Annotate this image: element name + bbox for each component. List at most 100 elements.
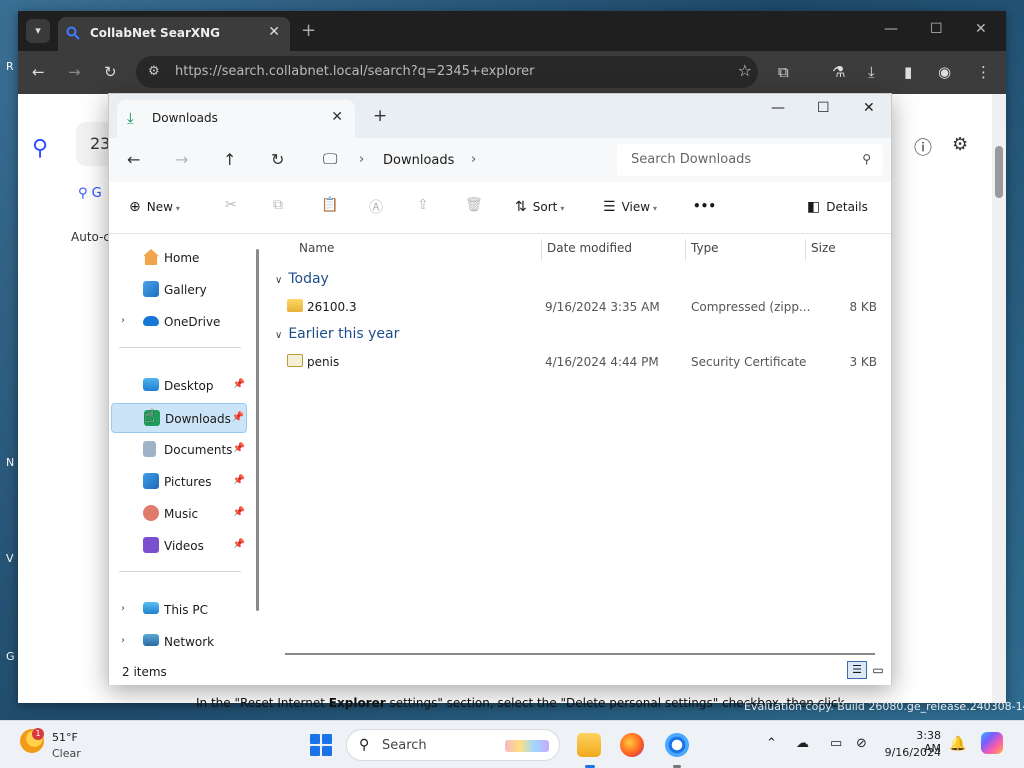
nav-scrollbar[interactable] xyxy=(256,249,259,611)
pin-icon[interactable]: 📌 xyxy=(232,412,244,423)
chevron-right-icon[interactable]: › xyxy=(471,152,476,167)
info-icon[interactable]: ⓘ xyxy=(914,134,932,160)
maximize-icon[interactable]: ☐ xyxy=(930,21,943,37)
profile-avatar-icon[interactable]: ◉ xyxy=(938,63,951,81)
start-button[interactable] xyxy=(310,734,332,756)
chrome-taskbar-icon[interactable] xyxy=(665,733,689,757)
sort-button[interactable]: ⇅ Sort ▾ xyxy=(515,199,564,215)
pin-icon[interactable]: 📌 xyxy=(233,379,245,390)
show-hidden-icons-chevron-icon[interactable]: ⌃ xyxy=(766,736,777,751)
general-tab[interactable]: ⚲ G xyxy=(78,186,102,201)
scrollbar-thumb[interactable] xyxy=(995,146,1003,198)
paste-icon[interactable]: 📋 xyxy=(321,197,338,213)
maximize-icon[interactable]: ☐ xyxy=(817,100,830,116)
nav-item-desktop[interactable]: Desktop 📌 xyxy=(111,371,247,401)
sidebar-icon[interactable]: ▮ xyxy=(904,63,912,81)
copy-icon[interactable]: ⧉ xyxy=(273,197,283,213)
nav-item-videos[interactable]: Videos 📌 xyxy=(111,531,247,561)
minimize-icon[interactable]: — xyxy=(771,100,785,116)
close-tab-icon[interactable]: ✕ xyxy=(268,24,280,40)
close-tab-icon[interactable]: ✕ xyxy=(331,109,343,125)
refresh-icon[interactable]: ↻ xyxy=(271,150,284,169)
back-icon[interactable]: ← xyxy=(127,150,140,169)
nav-item-home[interactable]: Home xyxy=(111,243,247,273)
up-icon[interactable]: ↑ xyxy=(223,150,236,169)
new-tab-button[interactable]: + xyxy=(301,20,316,41)
copilot-icon[interactable] xyxy=(981,732,1003,754)
chevron-right-icon[interactable]: › xyxy=(359,152,364,167)
notification-bell-icon[interactable]: 🔔 xyxy=(949,736,966,752)
minimize-icon[interactable]: — xyxy=(884,21,898,37)
rename-icon[interactable]: Ⓐ xyxy=(369,197,383,217)
table-row[interactable]: 26100.3 9/16/2024 3:35 AM Compressed (zi… xyxy=(265,296,891,318)
column-divider[interactable] xyxy=(541,239,542,261)
firefox-taskbar-icon[interactable] xyxy=(620,733,644,757)
breadcrumb[interactable]: 🖵 › Downloads › xyxy=(311,144,607,176)
column-header-name[interactable]: Name xyxy=(299,241,334,263)
view-button[interactable]: ☰ View ▾ xyxy=(603,199,657,215)
more-options-button[interactable]: ••• xyxy=(693,199,716,213)
chevron-right-icon[interactable]: › xyxy=(121,603,125,614)
cut-icon[interactable]: ✂ xyxy=(225,197,237,213)
nav-item-onedrive[interactable]: › OneDrive xyxy=(111,307,247,337)
pin-icon[interactable]: 📌 xyxy=(233,443,245,454)
bookmark-star-icon[interactable]: ☆ xyxy=(738,61,752,80)
details-view-icon[interactable]: ☰ xyxy=(847,661,867,679)
weather-temp[interactable]: 51°F xyxy=(52,731,78,744)
explorer-search-box[interactable]: ⚲ xyxy=(617,144,883,176)
explorer-search-input[interactable] xyxy=(631,152,841,167)
settings-gear-icon[interactable]: ⚙ xyxy=(952,134,968,155)
site-info-icon[interactable]: ⚙ xyxy=(148,64,160,79)
column-header-size[interactable]: Size xyxy=(811,241,836,263)
new-button[interactable]: ⊕ New ▾ xyxy=(129,199,180,215)
table-row[interactable]: penis 4/16/2024 4:44 PM Security Certifi… xyxy=(265,351,891,373)
pin-icon[interactable]: 📌 xyxy=(233,539,245,550)
weather-condition[interactable]: Clear xyxy=(52,747,81,760)
group-header-today[interactable]: ∨ Today xyxy=(275,271,329,287)
nav-item-this-pc[interactable]: › This PC xyxy=(111,595,247,625)
column-header-date[interactable]: Date modified xyxy=(547,241,632,263)
explorer-tab[interactable]: ⤓ Downloads ✕ xyxy=(117,100,355,138)
taskbar-search[interactable]: ⚲ Search xyxy=(346,729,560,761)
breadcrumb-downloads[interactable]: Downloads xyxy=(383,153,454,168)
browser-tab[interactable]: CollabNet SearXNG ✕ xyxy=(58,17,290,51)
nav-item-music[interactable]: Music 📌 xyxy=(111,499,247,529)
pin-icon[interactable]: 📌 xyxy=(233,507,245,518)
chevron-right-icon[interactable]: › xyxy=(121,315,125,326)
pin-icon[interactable]: 📌 xyxy=(233,475,245,486)
reload-icon[interactable]: ↻ xyxy=(104,63,117,81)
back-icon[interactable]: ← xyxy=(32,63,45,81)
downloads-icon[interactable]: ⤓ xyxy=(868,63,875,81)
labs-icon[interactable]: ⚗ xyxy=(832,63,845,81)
details-pane-button[interactable]: ◧ Details xyxy=(807,199,868,215)
display-icon[interactable]: ▭ xyxy=(830,736,842,751)
column-header-type[interactable]: Type xyxy=(691,241,719,263)
nav-item-gallery[interactable]: Gallery xyxy=(111,275,247,305)
column-divider[interactable] xyxy=(685,239,686,261)
close-window-icon[interactable]: ✕ xyxy=(975,21,987,37)
chevron-right-icon[interactable]: › xyxy=(121,635,125,646)
menu-icon[interactable]: ⋮ xyxy=(976,63,991,81)
nav-item-network[interactable]: › Network xyxy=(111,627,247,657)
extensions-icon[interactable]: ⧉ xyxy=(778,63,789,81)
onedrive-offline-icon[interactable]: ☁ xyxy=(796,736,809,751)
share-icon[interactable]: ⇪ xyxy=(417,197,429,213)
tab-search-button[interactable]: ▾ xyxy=(26,19,50,43)
group-header-earlier-this-year[interactable]: ∨ Earlier this year xyxy=(275,326,399,342)
network-status-icon[interactable]: ⊘ xyxy=(856,736,867,751)
close-window-icon[interactable]: ✕ xyxy=(863,100,875,116)
file-explorer-taskbar-icon[interactable] xyxy=(577,733,601,757)
tiles-view-icon[interactable]: ▭ xyxy=(869,661,887,679)
new-tab-button[interactable]: + xyxy=(373,106,387,126)
clock-date[interactable]: 9/16/2024 xyxy=(882,746,941,759)
horizontal-scrollbar[interactable] xyxy=(285,653,875,655)
delete-icon[interactable]: 🗑 xyxy=(465,197,483,213)
nav-item-documents[interactable]: Documents 📌 xyxy=(111,435,247,465)
forward-icon[interactable]: → xyxy=(175,150,188,169)
forward-icon[interactable]: → xyxy=(68,63,81,81)
address-bar[interactable]: ⚙ https://search.collabnet.local/search?… xyxy=(136,56,758,88)
page-scrollbar[interactable] xyxy=(992,94,1006,703)
nav-item-downloads[interactable]: Downloads 📌 xyxy=(111,403,247,433)
nav-item-pictures[interactable]: Pictures 📌 xyxy=(111,467,247,497)
this-pc-icon[interactable]: 🖵 xyxy=(323,150,337,168)
